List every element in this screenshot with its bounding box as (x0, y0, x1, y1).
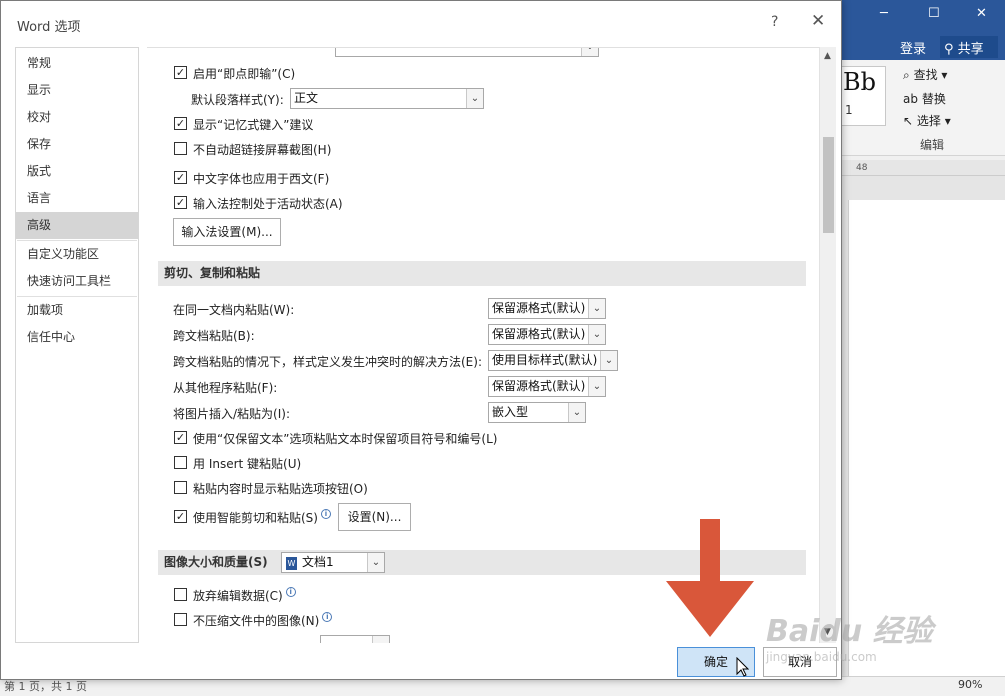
help-icon[interactable]: ? (771, 14, 778, 30)
nav-item-add-ins[interactable]: 加载项 (16, 297, 138, 324)
info-icon[interactable]: i (320, 509, 331, 519)
keep-bullets-label: 使用“仅保留文本”选项粘贴文本时保留项目符号和编号(L) (193, 432, 498, 446)
insert-key-paste-checkbox[interactable] (174, 456, 187, 469)
chevron-down-icon: ⌄ (568, 403, 585, 422)
close-window-icon[interactable]: ✕ (976, 6, 987, 21)
scroll-up-icon[interactable]: ▲ (824, 51, 831, 61)
style-preview-sub: 1 (845, 103, 853, 117)
chevron-down-icon: ⌄ (581, 48, 598, 56)
user-icon: ⚲ (944, 42, 954, 57)
ime-settings-button[interactable]: 输入法设置(M)... (173, 218, 281, 246)
smart-paste-settings-button[interactable]: 设置(N)... (338, 503, 411, 531)
replace-button[interactable]: ab 替换 (903, 90, 946, 107)
word-document-icon: W (286, 557, 297, 570)
default-para-style-dropdown[interactable]: 正文 ⌄ (290, 88, 484, 109)
insert-picture-as-label: 将图片插入/粘贴为(I): (173, 407, 290, 421)
keep-bullets-checkbox[interactable]: ✓ (174, 431, 187, 444)
cut-off-resolution-dropdown[interactable]: ⌄ (320, 635, 390, 643)
find-button[interactable]: ⌕ 查找 ▾ (903, 66, 947, 83)
chevron-down-icon: ⌄ (367, 553, 384, 572)
nav-item-language[interactable]: 语言 (16, 185, 138, 212)
baidu-watermark-url: jingyan.baidu.com (766, 650, 877, 664)
info-icon[interactable]: i (322, 612, 333, 622)
select-button[interactable]: ↖ 选择 ▾ (903, 112, 951, 129)
autocomplete-label: 显示“记忆式键入”建议 (193, 118, 314, 132)
login-link[interactable]: 登录 (900, 38, 926, 57)
chevron-down-icon: ⌄ (588, 325, 605, 344)
share-button[interactable]: ⚲ 共享 (940, 36, 998, 58)
nav-item-quick-access-toolbar[interactable]: 快速访问工具栏 (16, 268, 138, 295)
chinese-font-western-label: 中文字体也应用于西文(F) (193, 172, 330, 186)
paste-from-other-programs-dropdown[interactable]: 保留源格式(默认) ⌄ (488, 376, 606, 397)
paste-from-other-programs-label: 从其他程序粘贴(F): (173, 381, 278, 395)
chinese-font-western-checkbox[interactable]: ✓ (174, 171, 187, 184)
click-and-type-label: 启用“即点即输”(C) (193, 67, 296, 81)
chevron-down-icon: ⌄ (372, 636, 389, 643)
share-label: 共享 (957, 42, 984, 57)
dialog-title: Word 选项 (17, 20, 81, 35)
paste-within-document-dropdown[interactable]: 保留源格式(默认) ⌄ (488, 298, 606, 319)
nav-item-save[interactable]: 保存 (16, 131, 138, 158)
smart-cut-paste-row: 使用智能剪切和粘贴(S) i (193, 509, 331, 526)
ime-control-label: 输入法控制处于活动状态(A) (193, 197, 343, 211)
no-screenshot-hyperlink-label: 不自动超链接屏幕截图(H) (193, 143, 332, 157)
no-compress-images-checkbox[interactable] (174, 613, 187, 626)
paste-between-documents-dropdown[interactable]: 保留源格式(默认) ⌄ (488, 324, 606, 345)
status-page-count: 第 1 页，共 1 页 (4, 680, 87, 693)
minimize-icon[interactable]: ─ (880, 6, 888, 21)
no-compress-images-label: 不压缩文件中的图像(N) (193, 614, 320, 628)
click-and-type-checkbox[interactable]: ✓ (174, 66, 187, 79)
chevron-down-icon: ⌄ (466, 89, 483, 108)
nav-item-customize-ribbon[interactable]: 自定义功能区 (16, 241, 138, 268)
mouse-cursor-icon (736, 657, 749, 677)
baidu-watermark: Baidu 经验 (766, 614, 933, 649)
discard-edit-data-checkbox[interactable] (174, 588, 187, 601)
default-para-style-label: 默认段落样式(Y): (191, 93, 284, 107)
nav-item-proofing[interactable]: 校对 (16, 104, 138, 131)
show-paste-options-checkbox[interactable] (174, 481, 187, 494)
edit-group-label: 编辑 (920, 138, 945, 152)
find-icon: ⌕ (903, 68, 910, 82)
cut-copy-paste-section-header: 剪切、复制和粘贴 (158, 261, 806, 286)
no-screenshot-hyperlink-checkbox[interactable] (174, 142, 187, 155)
cut-off-dropdown[interactable]: ⌄ (335, 48, 599, 57)
maximize-icon[interactable]: ☐ (928, 6, 940, 21)
ruler-mark: 48 (856, 163, 868, 173)
no-compress-images-row: 不压缩文件中的图像(N) i (193, 612, 333, 629)
nav-item-display[interactable]: 显示 (16, 77, 138, 104)
smart-cut-paste-label: 使用智能剪切和粘贴(S) (193, 511, 318, 525)
scroll-thumb[interactable] (823, 137, 834, 233)
chevron-down-icon: ⌄ (600, 351, 617, 370)
autocomplete-checkbox[interactable]: ✓ (174, 117, 187, 130)
image-quality-document-dropdown[interactable]: W 文档1 ⌄ (281, 552, 385, 573)
options-scrollbar[interactable]: ▲ ▼ (819, 47, 836, 643)
chevron-down-icon: ⌄ (588, 299, 605, 318)
select-icon: ↖ (903, 114, 914, 128)
style-conflict-label: 跨文档粘贴的情况下，样式定义发生冲突时的解决方法(E): (173, 355, 482, 369)
smart-cut-paste-checkbox[interactable]: ✓ (174, 510, 187, 523)
nav-item-layout[interactable]: 版式 (16, 158, 138, 185)
discard-edit-data-label: 放弃编辑数据(C) (193, 589, 283, 603)
insert-picture-as-dropdown[interactable]: 嵌入型 ⌄ (488, 402, 586, 423)
show-paste-options-label: 粘贴内容时显示粘贴选项按钮(O) (193, 482, 368, 496)
style-preview: Bb (843, 68, 876, 96)
close-icon[interactable]: ✕ (811, 11, 825, 31)
replace-icon: ab (903, 92, 918, 106)
info-icon[interactable]: i (285, 587, 296, 597)
style-conflict-dropdown[interactable]: 使用目标样式(默认) ⌄ (488, 350, 618, 371)
paste-within-document-label: 在同一文档内粘贴(W): (173, 303, 295, 317)
paste-between-documents-label: 跨文档粘贴(B): (173, 329, 255, 343)
zoom-level[interactable]: 90% (958, 678, 982, 691)
options-nav: 常规 显示 校对 保存 版式 语言 高级 自定义功能区 快速访问工具栏 加载项 … (15, 47, 139, 643)
discard-edit-data-row: 放弃编辑数据(C) i (193, 587, 296, 604)
nav-item-trust-center[interactable]: 信任中心 (16, 324, 138, 351)
ime-control-checkbox[interactable]: ✓ (174, 196, 187, 209)
chevron-down-icon: ⌄ (588, 377, 605, 396)
annotation-down-arrow-icon (666, 519, 754, 637)
nav-item-general[interactable]: 常规 (16, 50, 138, 77)
nav-item-advanced[interactable]: 高级 (16, 212, 138, 239)
insert-key-paste-label: 用 Insert 键粘贴(U) (193, 457, 302, 471)
